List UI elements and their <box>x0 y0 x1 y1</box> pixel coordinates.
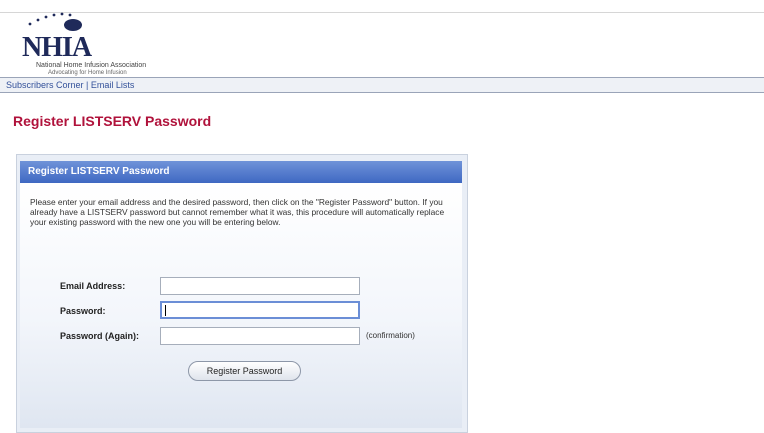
password-again-input[interactable] <box>160 327 360 345</box>
email-input[interactable] <box>160 277 360 295</box>
text-cursor <box>165 305 166 316</box>
nav-link-subscribers-corner[interactable]: Subscribers Corner <box>6 80 84 90</box>
logo-subtitle: National Home Infusion Association <box>36 62 147 69</box>
page-title: Register LISTSERV Password <box>13 113 212 129</box>
email-label: Email Address: <box>60 281 126 291</box>
instructions-text: Please enter your email address and the … <box>30 197 445 227</box>
panel-title: Register LISTSERV Password <box>20 161 462 183</box>
panel-body: Please enter your email address and the … <box>20 183 462 428</box>
register-password-panel: Register LISTSERV Password Please enter … <box>16 154 468 433</box>
logo-tagline: Advocating for Home Infusion <box>48 70 127 76</box>
logo-wordmark: NHIA <box>22 32 92 63</box>
logo-drop-icon <box>64 19 82 31</box>
site-header: NHIA National Home Infusion Association … <box>0 0 764 78</box>
nav-link-email-lists[interactable]: Email Lists <box>91 80 135 90</box>
password-input[interactable] <box>160 301 360 319</box>
nav-separator: | <box>83 80 91 90</box>
register-password-button[interactable]: Register Password <box>188 361 301 381</box>
password-again-label: Password (Again): <box>60 331 140 341</box>
password-label: Password: <box>60 306 106 316</box>
nhia-logo[interactable]: NHIA National Home Infusion Association … <box>12 10 212 76</box>
top-nav: Subscribers Corner | Email Lists <box>0 77 764 93</box>
confirmation-hint: (confirmation) <box>366 331 415 340</box>
